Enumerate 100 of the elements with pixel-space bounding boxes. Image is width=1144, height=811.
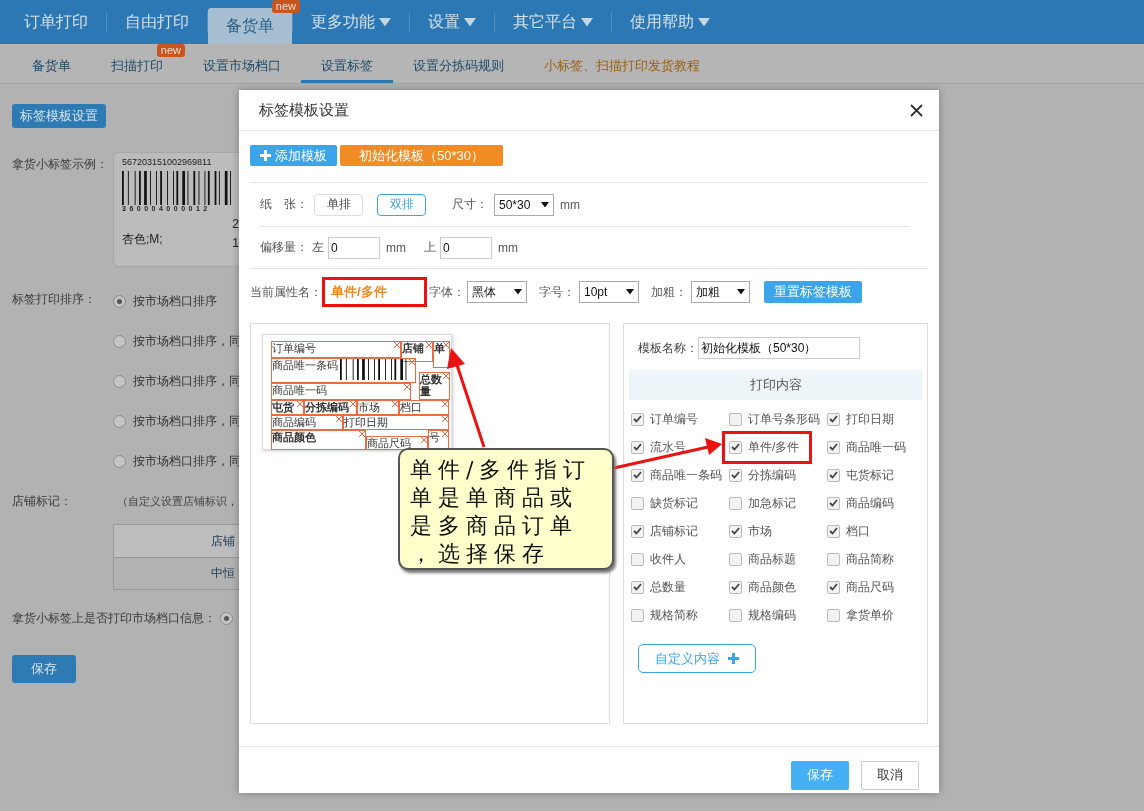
remove-icon[interactable] (350, 401, 356, 407)
field-label: 字号： (539, 283, 575, 301)
remove-icon[interactable] (442, 401, 448, 407)
caret-icon (541, 201, 549, 208)
label-field[interactable]: 屯货 (271, 400, 304, 415)
radio-button[interactable] (113, 375, 126, 388)
remove-icon[interactable] (404, 384, 410, 390)
label-field[interactable]: 市场 (357, 400, 399, 415)
nav-tab[interactable]: 其它平台 (495, 4, 611, 40)
font-size-select[interactable]: 10pt (579, 281, 639, 303)
label-field[interactable]: 商品编码 (271, 415, 343, 430)
checkbox[interactable] (631, 440, 644, 454)
checkbox[interactable] (631, 552, 644, 566)
checkbox[interactable] (631, 580, 644, 594)
sub-nav-tab[interactable]: 备货单 (12, 56, 91, 83)
checkbox[interactable] (729, 608, 742, 622)
checkbox[interactable] (729, 496, 742, 510)
checkbox-label: 屯货标记 (846, 466, 894, 484)
radio-button[interactable] (113, 295, 126, 308)
label-field[interactable]: 商品唯一码 (271, 383, 411, 400)
checkbox-label: 单件/多件 (748, 438, 800, 456)
checkbox[interactable] (729, 552, 742, 566)
nav-tab[interactable]: 设置 (410, 4, 494, 40)
remove-icon[interactable] (394, 342, 400, 348)
label-field[interactable]: 商品唯一条码 (271, 358, 416, 383)
remove-icon[interactable] (443, 342, 449, 348)
label-field[interactable]: 打印日期 (343, 415, 449, 430)
sub-nav-tab[interactable]: 扫描打印 (91, 56, 183, 83)
close-icon[interactable] (910, 103, 923, 117)
checkbox-label: 商品简称 (846, 550, 894, 568)
plus-icon (260, 150, 271, 161)
checkbox[interactable] (827, 468, 840, 482)
sub-nav-tab[interactable]: 设置市场档口 (183, 56, 301, 83)
template-settings-button[interactable]: 标签模板设置 (12, 104, 106, 128)
radio-label: 按市场档口排序，同 (133, 413, 239, 430)
checkbox[interactable] (729, 468, 742, 482)
remove-icon[interactable] (442, 416, 448, 422)
checkbox[interactable] (729, 580, 742, 594)
label-field[interactable]: 店铺 (401, 341, 433, 362)
template-name-field[interactable]: 初始化模板（50*30） (698, 337, 860, 359)
dialog-title: 标签模板设置 (259, 100, 349, 120)
field-text: 档口 (400, 401, 422, 414)
sub-nav-tab[interactable]: 设置分拣码规则 (393, 56, 524, 83)
label-field[interactable]: 订单编号 (271, 341, 401, 358)
checkbox[interactable] (827, 412, 840, 426)
cancel-button[interactable]: 取消 (861, 760, 919, 790)
nav-tab[interactable]: 使用帮助 (612, 4, 728, 40)
field-label: 尺寸： (452, 196, 488, 213)
checkbox-label: 商品标题 (748, 550, 796, 568)
checkbox[interactable] (827, 524, 840, 538)
checkbox[interactable] (827, 580, 840, 594)
checkbox[interactable] (729, 412, 742, 426)
radio-label: 按市场档口排序，同 (133, 373, 239, 390)
checkbox-label: 分拣编码 (748, 466, 796, 484)
save-button[interactable]: 保存 (12, 655, 76, 683)
remove-icon[interactable] (359, 431, 365, 437)
checkbox-label: 档口 (846, 522, 870, 540)
checkbox[interactable] (631, 496, 644, 510)
label-field[interactable]: 总数量 (419, 372, 450, 400)
radio-button[interactable] (113, 415, 126, 428)
remove-icon[interactable] (336, 416, 342, 422)
checkbox[interactable] (827, 440, 840, 454)
checkbox[interactable] (631, 524, 644, 538)
remove-icon[interactable] (442, 431, 448, 437)
label-text: 1 (232, 235, 239, 250)
checkbox[interactable] (729, 440, 742, 454)
offset-left-field[interactable]: 0 (328, 236, 380, 259)
field-text: 商品编码 (272, 416, 316, 429)
remove-icon[interactable] (392, 401, 398, 407)
nav-tab[interactable]: 自由打印 (107, 4, 207, 40)
checkbox[interactable] (631, 608, 644, 622)
sub-nav-tab[interactable]: 设置标签 (301, 56, 393, 83)
label-field[interactable]: 分拣编码 (304, 400, 357, 415)
bold-select[interactable]: 加粗 (691, 281, 750, 303)
size-select[interactable]: 50*30 (494, 193, 554, 216)
checkbox[interactable] (729, 524, 742, 538)
radio-button[interactable] (113, 455, 126, 468)
checkbox[interactable] (631, 468, 644, 482)
field-label: 加粗： (651, 283, 687, 301)
caret-icon (514, 289, 522, 295)
radio-button[interactable] (113, 335, 126, 348)
offset-top-field[interactable]: 0 (440, 236, 492, 259)
remove-icon[interactable] (409, 359, 415, 365)
checkbox[interactable] (827, 496, 840, 510)
label-field[interactable]: 商品颜色 (271, 430, 366, 450)
nav-tab[interactable]: 订单打印 (6, 4, 106, 40)
label-field[interactable]: 档口 (399, 400, 449, 415)
remove-icon[interactable] (421, 437, 427, 443)
remove-icon[interactable] (426, 342, 432, 348)
remove-icon[interactable] (443, 373, 449, 379)
remove-icon[interactable] (297, 401, 303, 407)
checkbox[interactable] (827, 608, 840, 622)
field-label: 拿货小标签示例： (12, 156, 109, 173)
font-select[interactable]: 黑体 (467, 281, 527, 303)
radio-button[interactable] (220, 612, 233, 625)
checkbox[interactable] (631, 412, 644, 426)
radio-label: 按市场档口排序，同 (133, 333, 239, 350)
field-text: 分拣编码 (305, 401, 349, 414)
checkbox[interactable] (827, 552, 840, 566)
paper-option[interactable]: 单排 (314, 193, 363, 216)
